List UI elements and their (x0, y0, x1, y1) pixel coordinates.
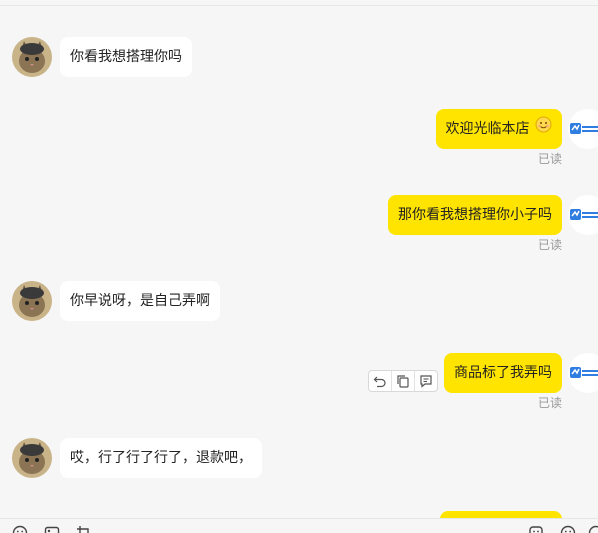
message-action-bar (368, 370, 438, 392)
message-bubble[interactable]: 欢迎光临本店 (435, 109, 562, 149)
message-bubble[interactable]: 那你看我想搭理你小子吗 (388, 195, 562, 235)
store-avatar[interactable] (568, 109, 598, 149)
emoji-icon[interactable] (12, 525, 28, 533)
avatar[interactable] (12, 281, 52, 321)
shortcut-icon[interactable] (528, 525, 544, 533)
store-avatar[interactable] (568, 195, 598, 235)
message-bubble[interactable]: 你早说呀，是自己弄啊 (60, 281, 220, 321)
more-icon[interactable] (588, 525, 598, 533)
read-status: 已读 (537, 152, 562, 166)
undo-icon[interactable] (369, 371, 392, 391)
message-bubble[interactable]: 商品标了我弄吗 (444, 353, 562, 393)
copy-icon[interactable] (392, 371, 415, 391)
message-bubble[interactable]: 你看我想搭理你吗 (60, 37, 192, 77)
chat-window: 你看我想搭理你吗 欢迎光临本店 已读 那你看我想搭理你小子吗 已读 你早说呀，是… (0, 0, 598, 533)
quote-icon[interactable] (415, 371, 437, 391)
image-icon[interactable] (44, 525, 60, 533)
message-bubble[interactable]: 哎，行了行了行了，退款吧， (60, 438, 262, 478)
top-divider (0, 5, 598, 6)
avatar[interactable] (12, 438, 52, 478)
smile-icon[interactable] (560, 525, 576, 533)
input-toolbar (0, 518, 598, 533)
read-status: 已读 (537, 238, 562, 252)
message-text: 欢迎光临本店 (445, 121, 530, 137)
crop-icon[interactable] (76, 525, 92, 533)
store-avatar[interactable] (568, 353, 598, 393)
read-status: 已读 (537, 396, 562, 410)
smile-emoji-icon (535, 109, 552, 149)
avatar[interactable] (12, 37, 52, 77)
